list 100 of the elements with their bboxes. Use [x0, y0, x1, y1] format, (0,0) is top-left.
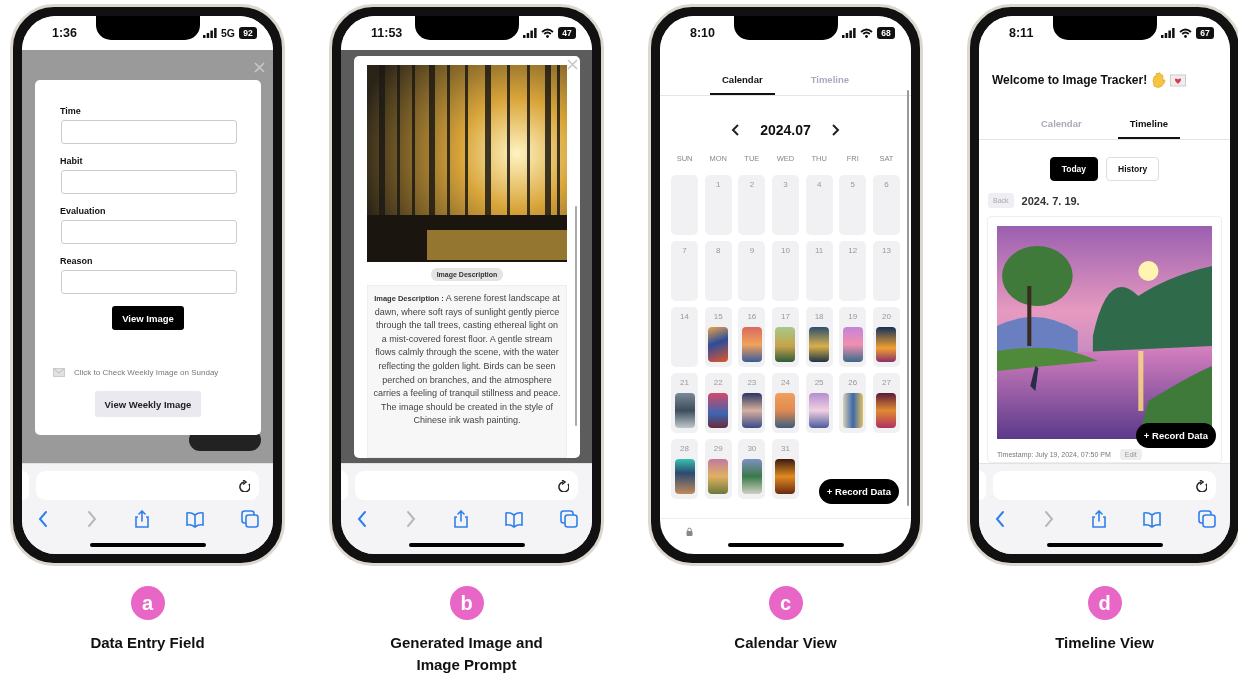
tabs-icon[interactable] — [241, 510, 259, 528]
day-cell[interactable]: 16 — [738, 307, 766, 367]
share-icon[interactable] — [133, 510, 150, 528]
clock-time: 8:10 — [690, 26, 716, 40]
tab[interactable]: Timeline — [1117, 118, 1180, 139]
segment-button[interactable]: Today — [1049, 157, 1099, 181]
day-cell[interactable]: 8 — [704, 241, 732, 301]
thumbnail-image[interactable] — [708, 459, 729, 494]
day-number: 11 — [814, 246, 824, 255]
battery-level: 47 — [558, 27, 576, 39]
view-image-button[interactable]: View Image — [112, 306, 184, 330]
share-icon[interactable] — [1090, 510, 1107, 528]
input-field[interactable] — [61, 120, 237, 144]
thumbnail-image[interactable] — [842, 393, 863, 428]
thumbnail-image[interactable] — [775, 327, 796, 362]
day-number: 13 — [881, 246, 891, 255]
day-number: 21 — [680, 378, 689, 387]
day-cell[interactable]: 11 — [805, 241, 833, 301]
book-icon[interactable] — [186, 510, 205, 528]
signal-icon — [523, 28, 537, 38]
thumbnail-image[interactable] — [876, 327, 897, 362]
day-number: 18 — [814, 312, 824, 321]
day-cell[interactable]: 24 — [771, 373, 800, 433]
day-cell[interactable]: 14 — [671, 307, 699, 367]
day-cell[interactable]: 25 — [805, 373, 833, 433]
thumbnail-image[interactable] — [674, 393, 695, 428]
day-number: 23 — [747, 378, 757, 387]
back-icon[interactable] — [36, 510, 48, 528]
thumbnail-image[interactable] — [708, 393, 729, 428]
battery-level: 68 — [877, 27, 895, 39]
tab[interactable]: Calendar — [1029, 118, 1094, 139]
day-cell[interactable]: 15 — [704, 307, 732, 367]
panel-caption: Timeline View — [1054, 633, 1155, 653]
thumbnail-image[interactable] — [741, 393, 762, 428]
day-cell[interactable]: 21 — [671, 373, 699, 433]
record-data-button[interactable]: + Record Data — [1135, 423, 1216, 448]
day-cell[interactable]: 28 — [671, 439, 699, 499]
day-cell[interactable]: 12 — [839, 241, 867, 301]
thumbnail-image[interactable] — [775, 393, 796, 428]
day-cell[interactable]: 17 — [771, 307, 800, 367]
signal-icon — [1161, 28, 1175, 38]
record-data-button[interactable]: + Record Data — [818, 479, 899, 504]
input-field[interactable] — [61, 170, 237, 194]
day-cell[interactable]: 26 — [839, 373, 867, 433]
input-field[interactable] — [61, 220, 237, 244]
envelope-icon — [53, 368, 65, 377]
input-field[interactable] — [61, 270, 237, 294]
reload-icon[interactable] — [238, 479, 250, 492]
day-cell[interactable]: 1 — [704, 175, 732, 235]
tab[interactable]: Timeline — [798, 74, 861, 95]
tabs-icon[interactable] — [560, 510, 578, 528]
day-cell[interactable]: 2 — [738, 175, 766, 235]
day-number: 5 — [850, 180, 855, 189]
thumbnail-image[interactable] — [674, 459, 695, 494]
day-cell[interactable]: 6 — [872, 175, 900, 235]
reload-icon[interactable] — [1195, 479, 1207, 492]
thumbnail-image[interactable] — [708, 327, 729, 362]
signal-icon — [842, 28, 856, 38]
day-cell[interactable]: 18 — [805, 307, 833, 367]
thumbnail-image[interactable] — [741, 459, 762, 494]
chevron-left-icon[interactable] — [731, 124, 741, 136]
thumbnail-image[interactable] — [809, 393, 830, 428]
day-cell[interactable]: 5 — [839, 175, 867, 235]
day-cell[interactable]: 30 — [738, 439, 766, 499]
tab[interactable]: Calendar — [710, 74, 775, 95]
reload-icon[interactable] — [557, 479, 569, 492]
day-cell[interactable]: 31 — [771, 439, 800, 499]
thumbnail-image[interactable] — [876, 393, 897, 428]
thumbnail-image[interactable] — [842, 327, 863, 362]
day-cell[interactable]: 23 — [738, 373, 766, 433]
chevron-right-icon[interactable] — [830, 124, 840, 136]
day-cell[interactable]: 10 — [771, 241, 800, 301]
thumbnail-image[interactable] — [775, 459, 796, 494]
day-number: 12 — [848, 246, 858, 255]
day-cell[interactable]: 4 — [805, 175, 833, 235]
day-cell[interactable]: 13 — [872, 241, 900, 301]
day-cell[interactable]: 27 — [872, 373, 900, 433]
tabs-icon[interactable] — [1198, 510, 1216, 528]
segment-button[interactable]: History — [1106, 157, 1160, 181]
wifi-icon — [1179, 28, 1192, 38]
signal-icon — [203, 28, 217, 38]
day-cell[interactable]: 19 — [839, 307, 867, 367]
panel-caption: Data Entry Field — [89, 633, 206, 653]
view-weekly-image-button[interactable]: View Weekly Image — [94, 391, 202, 417]
day-cell[interactable]: 22 — [704, 373, 732, 433]
share-icon[interactable] — [452, 510, 469, 528]
field-label: Reason — [60, 256, 94, 267]
day-cell[interactable]: 7 — [671, 241, 699, 301]
day-cell[interactable]: 29 — [704, 439, 732, 499]
book-icon[interactable] — [505, 510, 524, 528]
thumbnail-image[interactable] — [809, 327, 830, 362]
back-icon[interactable] — [355, 510, 367, 528]
day-cell[interactable]: 3 — [771, 175, 800, 235]
thumbnail-image[interactable] — [741, 327, 762, 362]
day-cell[interactable]: 9 — [738, 241, 766, 301]
day-number: 25 — [814, 378, 824, 387]
back-icon[interactable] — [993, 510, 1005, 528]
day-number: 4 — [816, 180, 822, 189]
book-icon[interactable] — [1143, 510, 1162, 528]
day-cell[interactable]: 20 — [872, 307, 900, 367]
